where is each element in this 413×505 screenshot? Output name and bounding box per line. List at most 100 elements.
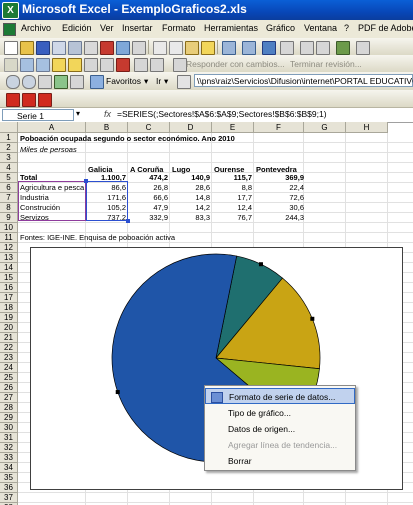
row-header-36[interactable]: 36 <box>0 483 18 493</box>
row-header-13[interactable]: 13 <box>0 253 18 263</box>
cell-value[interactable]: 76,7 <box>212 213 252 222</box>
email-icon[interactable] <box>68 41 82 55</box>
column-header-d[interactable]: D <box>170 122 212 133</box>
cell-value[interactable]: 244,3 <box>254 213 304 222</box>
cell-value[interactable]: 14,8 <box>170 193 210 202</box>
markup-icon[interactable] <box>150 58 164 72</box>
row-header-4[interactable]: 4 <box>0 163 18 173</box>
column-header-a[interactable]: A <box>18 122 86 133</box>
open-icon[interactable] <box>20 41 34 55</box>
cell-value[interactable]: 47,9 <box>128 203 168 212</box>
menu-clear[interactable]: Borrar <box>205 453 355 469</box>
cut-icon[interactable] <box>153 41 167 55</box>
row-header-24[interactable]: 24 <box>0 363 18 373</box>
menu-help[interactable]: ? <box>344 23 349 33</box>
pdf-convert-icon[interactable] <box>6 93 20 107</box>
row-header-31[interactable]: 31 <box>0 433 18 443</box>
comment-icon[interactable] <box>52 58 66 72</box>
reply-with-changes-button[interactable]: Responder con cambios... <box>186 59 285 69</box>
column-header-g[interactable]: G <box>304 122 346 133</box>
cell-value[interactable]: 72,6 <box>254 193 304 202</box>
row-header-27[interactable]: 27 <box>0 393 18 403</box>
row-header-35[interactable]: 35 <box>0 473 18 483</box>
excel-app-icon[interactable]: X <box>2 2 19 19</box>
row-header-8[interactable]: 8 <box>0 203 18 213</box>
source-note[interactable]: Fontes: IGE-INE. Enquisa de poboación ac… <box>20 233 175 242</box>
autosum-icon[interactable] <box>280 41 294 55</box>
menu-archivo[interactable]: Archivo <box>21 23 51 33</box>
ink-icon[interactable] <box>134 58 148 72</box>
sort-descending-icon[interactable] <box>316 41 330 55</box>
row-header-12[interactable]: 12 <box>0 243 18 253</box>
refresh-icon[interactable] <box>54 75 68 89</box>
redo-icon[interactable] <box>242 41 256 55</box>
row-header-11[interactable]: 11 <box>0 233 18 243</box>
cell-value[interactable]: 22,4 <box>254 183 304 192</box>
row-header-3[interactable]: 3 <box>0 153 18 163</box>
range-handle[interactable] <box>84 179 88 183</box>
row-header-22[interactable]: 22 <box>0 343 18 353</box>
row-header-33[interactable]: 33 <box>0 453 18 463</box>
menu-herramientas[interactable]: Herramientas <box>204 23 258 33</box>
save-icon[interactable] <box>36 41 50 55</box>
home-icon[interactable] <box>70 75 84 89</box>
delete-comment-icon[interactable] <box>116 58 130 72</box>
row-header-20[interactable]: 20 <box>0 323 18 333</box>
row-header-23[interactable]: 23 <box>0 353 18 363</box>
row-header-10[interactable]: 10 <box>0 223 18 233</box>
document-icon[interactable] <box>3 23 16 36</box>
selection-handle[interactable] <box>258 262 263 267</box>
address-field[interactable]: \\pns\raiz\Servicios\Difusion\internet\P… <box>194 74 413 87</box>
go-menu[interactable]: Ir <box>156 76 161 86</box>
cell-value[interactable]: 28,6 <box>170 183 210 192</box>
cell-value[interactable]: 17,7 <box>212 193 252 202</box>
pdf-email-icon[interactable] <box>22 93 36 107</box>
cell-value[interactable]: 8,8 <box>212 183 252 192</box>
menu-source-data[interactable]: Datos de origen... <box>205 421 355 437</box>
cell-value[interactable]: 30,6 <box>254 203 304 212</box>
row-header-21[interactable]: 21 <box>0 333 18 343</box>
insert-function-icon[interactable]: fx <box>104 109 111 119</box>
menu-formato[interactable]: Formato <box>162 23 196 33</box>
row-header-25[interactable]: 25 <box>0 373 18 383</box>
research-icon[interactable] <box>100 41 114 55</box>
total-a-coruna[interactable]: 474,2 <box>128 173 168 182</box>
row-header-32[interactable]: 32 <box>0 443 18 453</box>
column-header-h[interactable]: H <box>346 122 388 133</box>
cell-value[interactable]: 26,8 <box>128 183 168 192</box>
cell-value[interactable]: 332,9 <box>128 213 168 222</box>
show-only-web-toolbar-icon[interactable] <box>177 75 191 89</box>
pdf-review-icon[interactable] <box>38 93 52 107</box>
paste-icon[interactable] <box>185 41 199 55</box>
row-header-19[interactable]: 19 <box>0 313 18 323</box>
show-comment-icon[interactable] <box>84 58 98 72</box>
column-header-f[interactable]: F <box>254 122 304 133</box>
total-lugo[interactable]: 140,9 <box>170 173 210 182</box>
review-icon-1[interactable] <box>20 58 34 72</box>
formula-input[interactable]: =SERIES(;Sectores!$A$6:$A$9;Sectores!$B$… <box>117 109 327 119</box>
go-chevron-down-icon[interactable]: ▾ <box>164 76 168 87</box>
show-all-comments-icon[interactable] <box>100 58 114 72</box>
row-header-30[interactable]: 30 <box>0 423 18 433</box>
row-header-17[interactable]: 17 <box>0 293 18 303</box>
spelling-icon[interactable] <box>132 41 146 55</box>
menu-insertar[interactable]: Insertar <box>122 23 153 33</box>
name-box[interactable]: Serie 1 <box>2 109 74 121</box>
sort-ascending-icon[interactable] <box>300 41 314 55</box>
row-header-14[interactable]: 14 <box>0 263 18 273</box>
selection-handle[interactable] <box>115 390 120 395</box>
cell-value[interactable]: 83,3 <box>170 213 210 222</box>
undo-icon[interactable] <box>222 41 236 55</box>
menu-format-data-series[interactable]: Formato de serie de datos... <box>205 388 355 404</box>
row-header-37[interactable]: 37 <box>0 493 18 503</box>
row-header-9[interactable]: 9 <box>0 213 18 223</box>
menu-chart-type[interactable]: Tipo de gráfico... <box>205 405 355 421</box>
end-review-button[interactable]: Terminar revisión... <box>290 59 362 69</box>
row-header-34[interactable]: 34 <box>0 463 18 473</box>
chart-wizard-icon[interactable] <box>336 41 350 55</box>
favorites-chevron-down-icon[interactable]: ▾ <box>144 76 148 87</box>
forward-icon[interactable] <box>22 75 36 89</box>
name-box-chevron-down-icon[interactable]: ▾ <box>76 109 80 118</box>
sheet-subtitle[interactable]: Miles de persoas <box>20 145 77 154</box>
cell-value[interactable]: 14,2 <box>170 203 210 212</box>
